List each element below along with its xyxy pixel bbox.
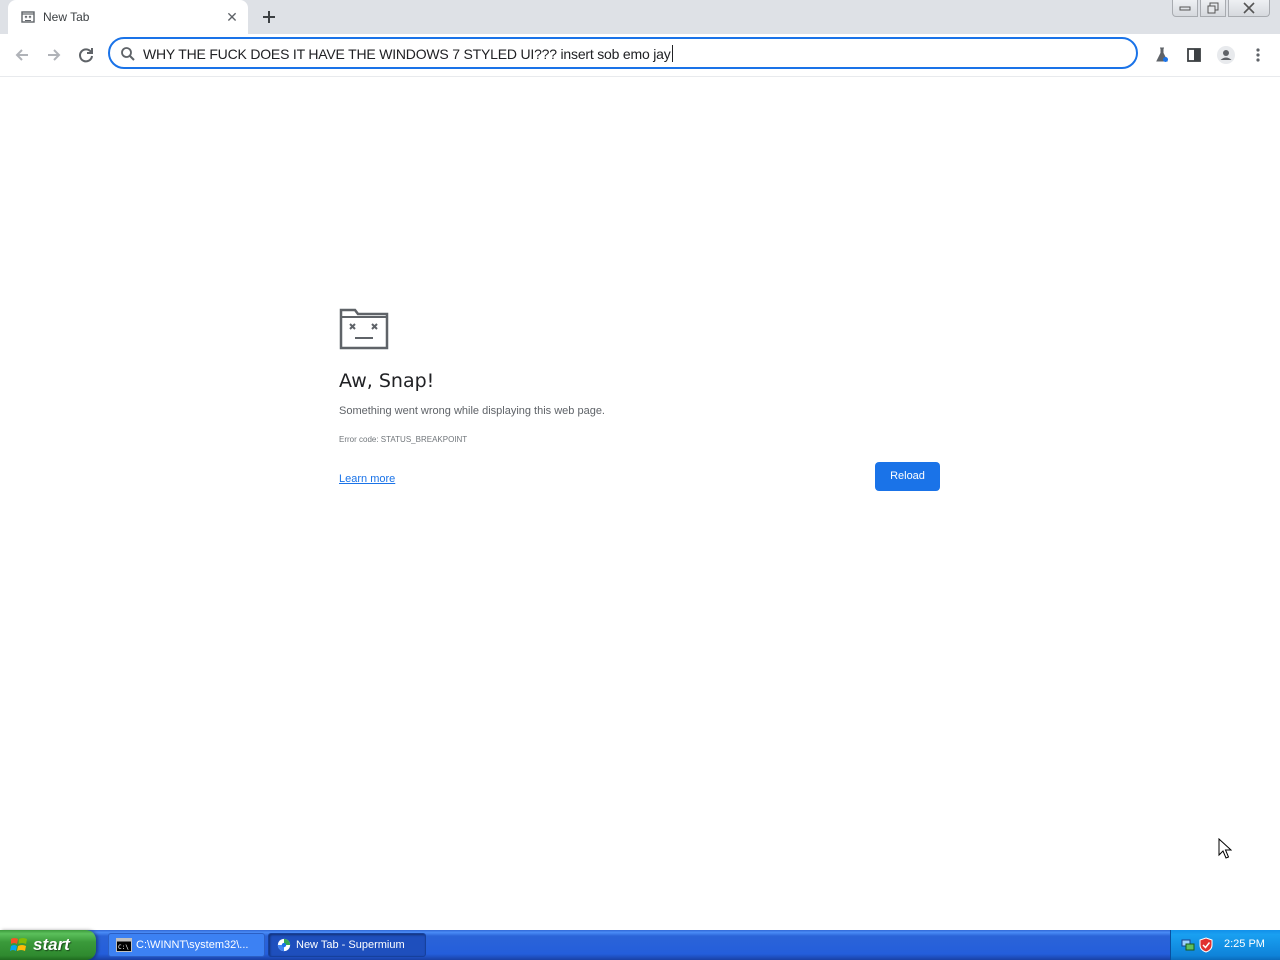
close-window-button[interactable]: [1228, 0, 1270, 17]
reload-icon: [79, 48, 93, 63]
new-tab-button[interactable]: [258, 6, 280, 28]
menu-button[interactable]: [1247, 44, 1269, 66]
crash-description: Something went wrong while displaying th…: [339, 405, 605, 417]
back-button[interactable]: [9, 42, 35, 68]
windows-logo-icon: [10, 938, 27, 951]
tab-close-icon[interactable]: ✕: [224, 9, 240, 25]
restore-button[interactable]: [1200, 0, 1226, 17]
mouse-pointer-icon: [1218, 838, 1232, 859]
side-panel-button[interactable]: [1183, 44, 1205, 66]
address-bar-value: WHY THE FUCK DOES IT HAVE THE WINDOWS 7 …: [143, 46, 671, 62]
more-vert-icon: [1256, 48, 1260, 62]
taskbar: start C:\ C:\WINNT\system32\... New Tab …: [0, 930, 1280, 960]
svg-text:C:\: C:\: [118, 944, 129, 951]
start-label: start: [33, 935, 70, 954]
side-panel-icon: [1187, 48, 1201, 62]
labs-button[interactable]: [1151, 44, 1173, 66]
sad-tab-icon: [339, 308, 389, 350]
close-icon: [1243, 2, 1255, 14]
arrow-right-icon: [48, 49, 61, 61]
restore-icon: [1207, 2, 1219, 14]
forward-button[interactable]: [41, 42, 67, 68]
browser-toolbar: WHY THE FUCK DOES IT HAVE THE WINDOWS 7 …: [0, 34, 1280, 77]
minimize-icon: [1179, 6, 1191, 11]
start-button[interactable]: start: [0, 930, 96, 960]
tab-strip: New Tab ✕: [0, 0, 1280, 34]
command-prompt-icon: C:\: [116, 938, 132, 952]
address-bar-text[interactable]: WHY THE FUCK DOES IT HAVE THE WINDOWS 7 …: [143, 45, 673, 62]
reload-button[interactable]: [73, 42, 99, 68]
reload-page-button[interactable]: Reload: [875, 462, 940, 491]
window-controls: [1172, 0, 1270, 18]
profile-avatar-icon: [1217, 46, 1235, 64]
taskbar-item-label: New Tab - Supermium: [296, 939, 405, 951]
supermium-icon: [277, 938, 291, 952]
profile-button[interactable]: [1215, 44, 1237, 66]
taskbar-item-browser[interactable]: New Tab - Supermium: [268, 933, 426, 957]
plus-icon: [263, 11, 275, 23]
labs-flask-icon: [1156, 47, 1168, 62]
taskbar-item-command-prompt[interactable]: C:\ C:\WINNT\system32\...: [108, 933, 265, 957]
learn-more-link[interactable]: Learn more: [339, 473, 395, 485]
minimize-button[interactable]: [1172, 0, 1198, 17]
clock: 2:25 PM: [1224, 938, 1265, 950]
sad-tab-icon: [21, 11, 35, 23]
tab-new-tab[interactable]: New Tab ✕: [8, 0, 248, 34]
system-tray: 2:25 PM: [1170, 930, 1280, 960]
search-icon: [121, 47, 135, 61]
taskbar-item-label: C:\WINNT\system32\...: [136, 939, 249, 951]
shield-icon[interactable]: [1198, 937, 1214, 953]
arrow-left-icon: [15, 49, 28, 61]
error-code: Error code: STATUS_BREAKPOINT: [339, 435, 468, 444]
crash-title: Aw, Snap!: [339, 370, 435, 392]
tab-title: New Tab: [43, 10, 90, 24]
address-bar[interactable]: WHY THE FUCK DOES IT HAVE THE WINDOWS 7 …: [108, 37, 1138, 69]
network-icon[interactable]: [1180, 937, 1196, 953]
text-caret: [671, 45, 673, 62]
